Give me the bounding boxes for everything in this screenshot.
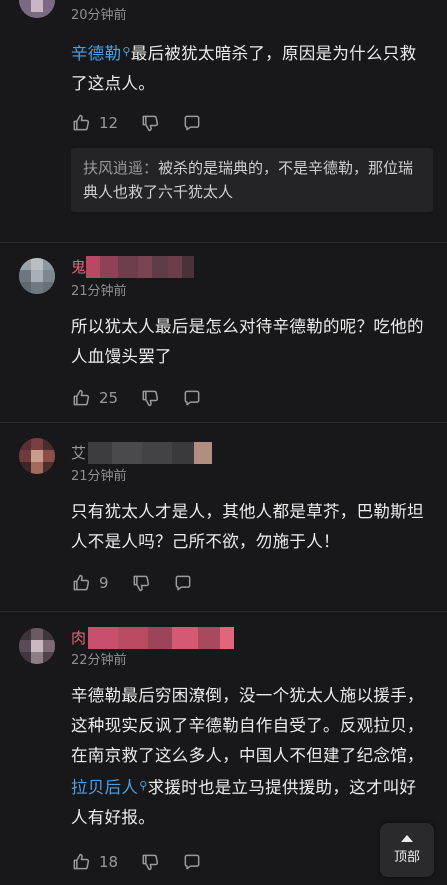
avatar[interactable]	[19, 258, 55, 294]
comment-author[interactable]: 艾	[71, 443, 86, 463]
reply-preview[interactable]: 扶风逍遥：被杀的是瑞典的，不是辛德勒，那位瑞典人也救了六千犹太人	[71, 148, 433, 212]
reply-author[interactable]: 扶风逍遥	[83, 159, 143, 177]
avatar[interactable]	[19, 0, 55, 18]
like-button[interactable]: 12	[71, 113, 118, 133]
blurred-username	[88, 627, 234, 649]
thumb-up-icon	[73, 574, 90, 591]
comment-icon	[184, 854, 200, 870]
comment-actions: 9	[71, 572, 215, 594]
reply-button[interactable]	[182, 852, 202, 872]
comment-actions: 18	[71, 851, 224, 873]
blurred-username	[86, 256, 194, 278]
thumb-up-icon	[73, 389, 90, 406]
avatar[interactable]	[19, 628, 55, 664]
comment-icon	[184, 115, 200, 131]
divider	[0, 422, 447, 423]
comment-actions: 25	[71, 387, 224, 409]
reply-button[interactable]	[182, 113, 202, 133]
avatar[interactable]	[19, 438, 55, 474]
thumb-down-icon	[142, 390, 159, 407]
like-count: 9	[99, 574, 109, 592]
like-count: 25	[99, 389, 119, 407]
comment-author[interactable]: 肉	[71, 628, 86, 648]
back-to-top-label: 顶部	[393, 850, 420, 865]
comment-icon	[184, 390, 200, 406]
thumb-down-icon	[142, 115, 159, 132]
thumb-up-icon	[73, 114, 90, 131]
thumb-down-icon	[142, 854, 159, 871]
like-button[interactable]: 18	[71, 852, 118, 872]
like-count: 12	[99, 114, 119, 132]
comment-content: 只有犹太人才是人，其他人都是草芥，巴勒斯坦人不是人吗？己所不欲，勿施于人！	[71, 502, 424, 551]
reply-button[interactable]	[173, 573, 193, 593]
comment-time: 20分钟前	[71, 8, 127, 23]
comment-author[interactable]: 鬼	[71, 257, 86, 277]
like-count: 18	[99, 853, 119, 871]
search-icon: ⚲	[139, 779, 148, 792]
comment-icon	[175, 575, 190, 591]
keyword-link[interactable]: 辛德勒⚲	[71, 44, 131, 63]
divider	[0, 611, 447, 612]
reply-button[interactable]	[182, 388, 202, 408]
dislike-button[interactable]	[140, 388, 160, 408]
comment-content: 所以犹太人最后是怎么对待辛德勒的呢？吃他的人血馒头罢了	[71, 317, 424, 366]
back-to-top-button[interactable]: 顶部	[380, 823, 434, 877]
thumb-up-icon	[73, 853, 90, 870]
search-icon: ⚲	[122, 45, 131, 58]
like-button[interactable]: 25	[71, 388, 118, 408]
dislike-button[interactable]	[131, 573, 151, 593]
thumb-down-icon	[133, 575, 149, 592]
dislike-button[interactable]	[140, 852, 160, 872]
comment-actions: 12	[71, 112, 224, 134]
keyword-link[interactable]: 拉贝后人⚲	[71, 778, 148, 797]
comment-time: 21分钟前	[71, 284, 127, 299]
dislike-button[interactable]	[140, 113, 160, 133]
comment-content: 辛德勒最后穷困潦倒，没一个犹太人施以援手，这种现实反讽了辛德勒自作自受了。反观拉…	[71, 686, 424, 827]
blurred-username	[88, 442, 212, 464]
comment-time: 21分钟前	[71, 469, 127, 484]
arrow-up-icon	[401, 835, 413, 842]
like-button[interactable]: 9	[71, 573, 109, 593]
divider	[0, 242, 447, 243]
comment-time: 22分钟前	[71, 653, 127, 668]
comment-content: 辛德勒⚲最后被犹太暗杀了，原因是为什么只救了这点人。	[71, 44, 417, 93]
